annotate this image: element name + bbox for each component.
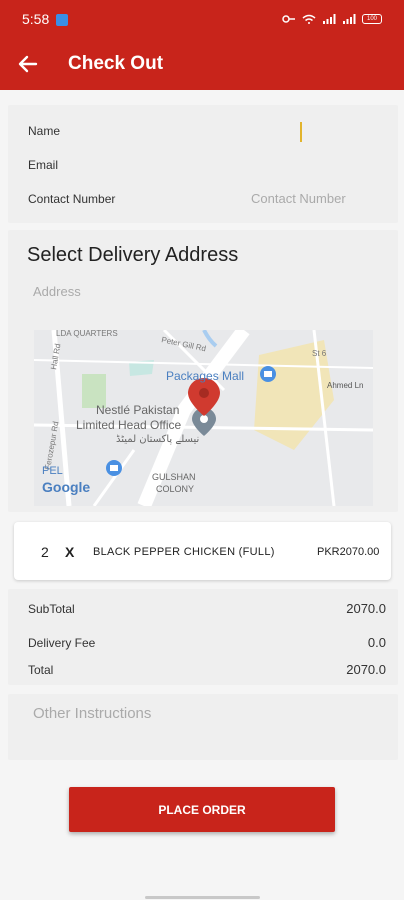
item-times: X <box>65 544 75 560</box>
notification-app-icon <box>56 14 68 26</box>
address-input[interactable]: Address <box>33 284 81 299</box>
google-logo: Google <box>42 479 90 495</box>
map-graphic: LDA QUARTERS Peter Gill Rd Hall Rd Feroz… <box>34 330 373 506</box>
contact-number-input[interactable]: Contact Number <box>251 191 346 206</box>
map-label-ahmed-ln: Ahmed Ln <box>327 381 363 390</box>
vpn-key-icon <box>282 15 295 23</box>
item-quantity: 2 <box>41 544 49 560</box>
status-bar: 5:58 100 <box>0 0 404 40</box>
other-instructions-input[interactable]: Other Instructions <box>33 705 151 722</box>
map-label-pel: PEL <box>42 465 63 477</box>
map-view[interactable]: LDA QUARTERS Peter Gill Rd Hall Rd Feroz… <box>34 330 373 506</box>
app-bar: Check Out <box>0 40 404 90</box>
contact-number-label: Contact Number <box>28 192 116 206</box>
status-icons: 100 <box>282 14 382 24</box>
signal-2-icon <box>343 14 356 24</box>
page-title: Check Out <box>68 53 164 74</box>
signal-1-icon <box>323 14 336 24</box>
map-label-nestle-2: Limited Head Office <box>76 418 181 432</box>
item-name: BLACK PEPPER CHICKEN (FULL) <box>93 546 275 558</box>
contact-card: Name Email Contact Number Contact Number <box>8 105 398 223</box>
map-label-st6: St 6 <box>312 349 327 358</box>
subtotal-label: SubTotal <box>28 602 75 616</box>
map-label-gulshan-2: COLONY <box>156 484 194 494</box>
subtotal-value: 2070.0 <box>346 601 386 616</box>
battery-icon: 100 <box>362 14 382 24</box>
map-label-nestle-1: Nestlé Pakistan <box>96 403 179 417</box>
total-value: 2070.0 <box>346 662 386 677</box>
item-price: PKR2070.00 <box>317 546 380 558</box>
name-input-cursor[interactable] <box>300 122 302 142</box>
place-order-button[interactable]: PLACE ORDER <box>69 787 335 832</box>
instructions-card[interactable]: Other Instructions <box>8 694 398 760</box>
map-label-lda: LDA QUARTERS <box>56 330 118 338</box>
map-label-gulshan-1: GULSHAN <box>152 472 196 482</box>
delivery-fee-value: 0.0 <box>367 635 386 650</box>
back-arrow-icon[interactable] <box>16 52 40 76</box>
status-time: 5:58 <box>22 11 50 27</box>
email-label: Email <box>28 158 59 172</box>
wifi-icon <box>302 14 316 24</box>
total-label: Total <box>28 663 54 677</box>
delivery-address-card: Select Delivery Address Address LDA QUAR… <box>8 230 398 512</box>
delivery-section-title: Select Delivery Address <box>27 244 239 266</box>
map-label-nestle-urdu: نیسلے پاکستان لمیٹڈ <box>116 434 199 445</box>
home-indicator[interactable] <box>145 896 260 899</box>
totals-card: SubTotal 2070.0 Delivery Fee 0.0 Total 2… <box>8 589 398 685</box>
name-label: Name <box>28 124 61 138</box>
order-item-card: 2 X BLACK PEPPER CHICKEN (FULL) PKR2070.… <box>14 522 391 580</box>
delivery-fee-label: Delivery Fee <box>28 636 96 650</box>
map-label-packages-mall: Packages Mall <box>166 369 244 383</box>
